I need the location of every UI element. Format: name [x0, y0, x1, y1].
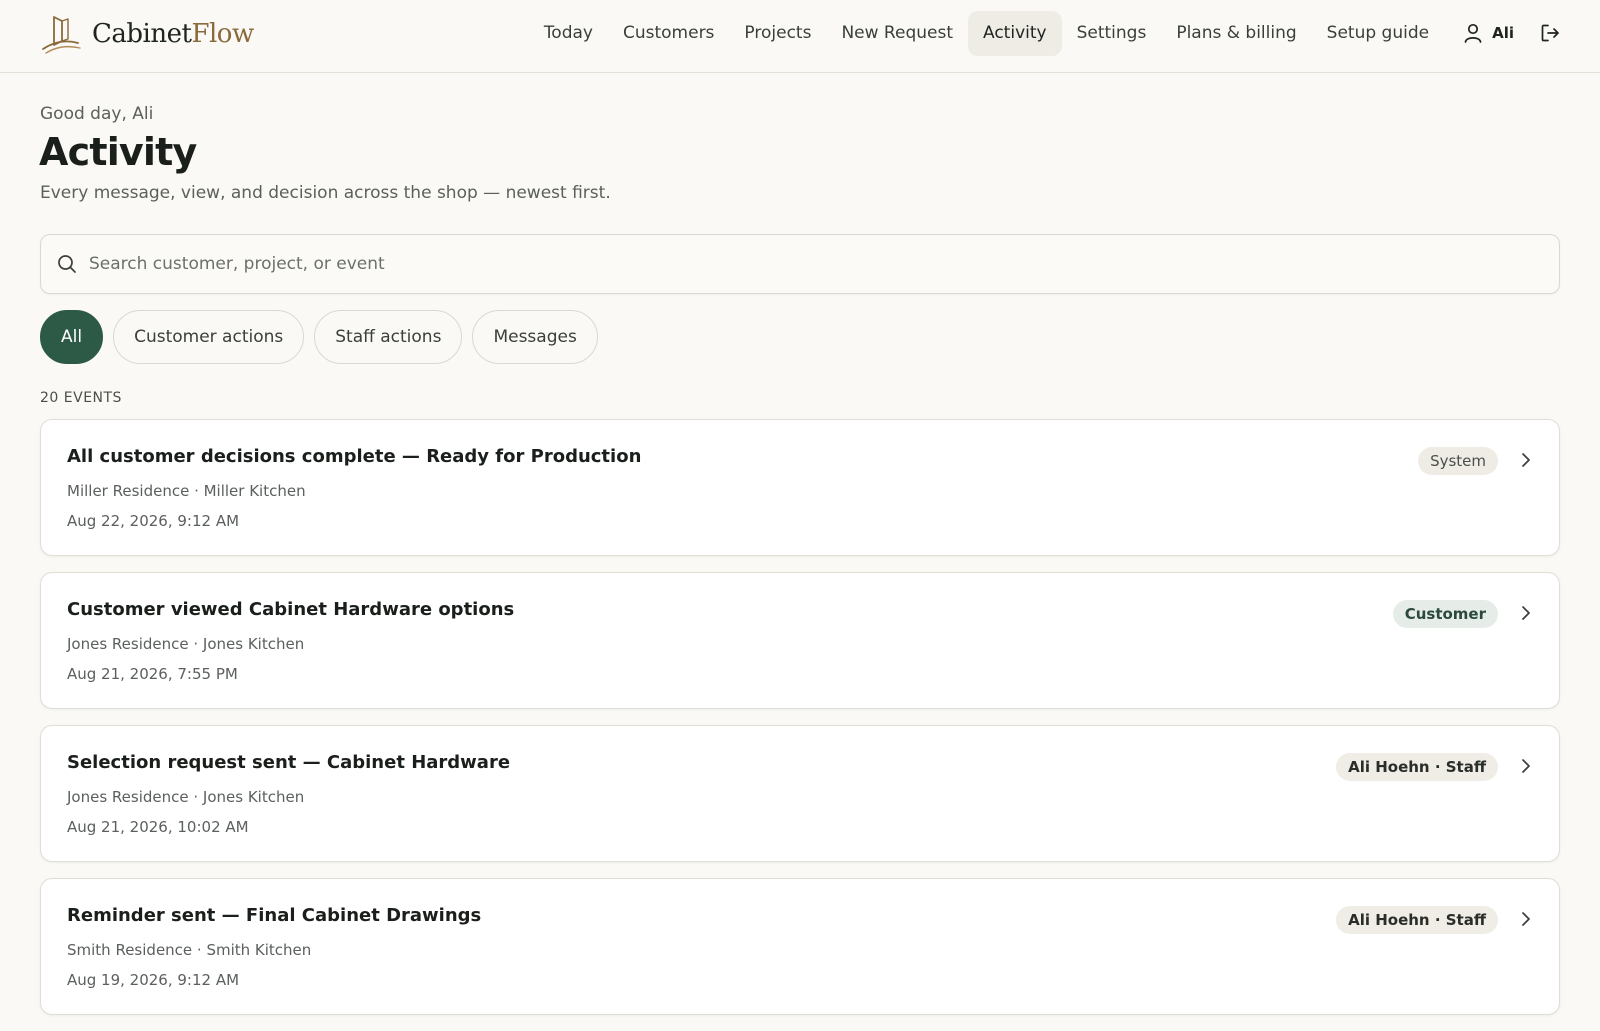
chevron-right-icon — [1522, 453, 1530, 467]
event-timestamp: Aug 21, 2026, 10:02 AM — [67, 818, 249, 836]
actor-badge: Ali Hoehn · Staff — [1336, 753, 1498, 781]
logout-button[interactable] — [1530, 23, 1570, 43]
user-menu[interactable]: Ali — [1444, 23, 1530, 43]
nav-activity[interactable]: Activity — [968, 10, 1062, 56]
event-count: 20 EVENTS — [40, 390, 122, 406]
search-bar — [40, 234, 1560, 294]
page-title: Activity — [39, 130, 197, 174]
event-title: Selection request sent — Cabinet Hardwar… — [67, 752, 511, 773]
filter-all[interactable]: All — [40, 310, 104, 364]
activity-item[interactable]: Reminder sent — Final Cabinet Drawings S… — [40, 878, 1560, 1015]
event-timestamp: Aug 22, 2026, 9:12 AM — [67, 512, 240, 530]
cabinet-logo-icon — [42, 16, 81, 54]
nav-new-request[interactable]: New Request — [826, 11, 968, 56]
filter-messages[interactable]: Messages — [472, 310, 598, 364]
chevron-right-icon — [1522, 606, 1530, 620]
main-nav: Today Customers Projects New Request Act… — [529, 10, 1570, 56]
chevron-right-icon — [1522, 759, 1530, 773]
actor-badge: Ali Hoehn · Staff — [1336, 906, 1498, 934]
greeting-text: Good day, Ali — [40, 104, 154, 124]
filter-staff-actions[interactable]: Staff actions — [314, 310, 463, 364]
nav-projects[interactable]: Projects — [729, 11, 826, 56]
activity-item[interactable]: Customer viewed Cabinet Hardware options… — [40, 572, 1560, 709]
logout-icon — [1541, 24, 1559, 42]
page-subtitle: Every message, view, and decision across… — [40, 183, 611, 203]
event-project: Jones Residence · Jones Kitchen — [67, 788, 305, 806]
event-title: All customer decisions complete — Ready … — [67, 446, 642, 467]
nav-today[interactable]: Today — [529, 11, 608, 56]
user-icon — [1464, 23, 1482, 43]
event-project: Miller Residence · Miller Kitchen — [67, 482, 306, 500]
event-project: Smith Residence · Smith Kitchen — [67, 941, 312, 959]
search-input[interactable] — [87, 253, 1491, 275]
event-timestamp: Aug 21, 2026, 7:55 PM — [67, 665, 238, 683]
brand-logo[interactable]: CabinetFlow — [40, 12, 254, 56]
chevron-right-icon — [1522, 912, 1530, 926]
nav-settings[interactable]: Settings — [1062, 11, 1162, 56]
actor-badge: Customer — [1392, 600, 1498, 628]
nav-setup-guide[interactable]: Setup guide — [1312, 11, 1444, 56]
brand-name: CabinetFlow — [92, 19, 254, 49]
activity-item[interactable]: Selection request sent — Cabinet Hardwar… — [40, 725, 1560, 862]
activity-list: All customer decisions complete — Ready … — [40, 419, 1560, 1031]
event-title: Customer viewed Cabinet Hardware options — [67, 599, 515, 620]
top-navigation-bar: CabinetFlow Today Customers Projects New… — [0, 0, 1600, 73]
nav-customers[interactable]: Customers — [608, 11, 729, 56]
nav-plans-billing[interactable]: Plans & billing — [1161, 11, 1311, 56]
event-timestamp: Aug 19, 2026, 9:12 AM — [67, 971, 240, 989]
filter-chips: All Customer actions Staff actions Messa… — [40, 310, 608, 364]
event-project: Jones Residence · Jones Kitchen — [67, 635, 305, 653]
actor-badge: System — [1418, 447, 1498, 475]
user-name: Ali — [1492, 24, 1514, 42]
search-icon — [58, 255, 76, 273]
filter-customer-actions[interactable]: Customer actions — [113, 310, 305, 364]
event-title: Reminder sent — Final Cabinet Drawings — [67, 905, 482, 926]
activity-item[interactable]: All customer decisions complete — Ready … — [40, 419, 1560, 556]
